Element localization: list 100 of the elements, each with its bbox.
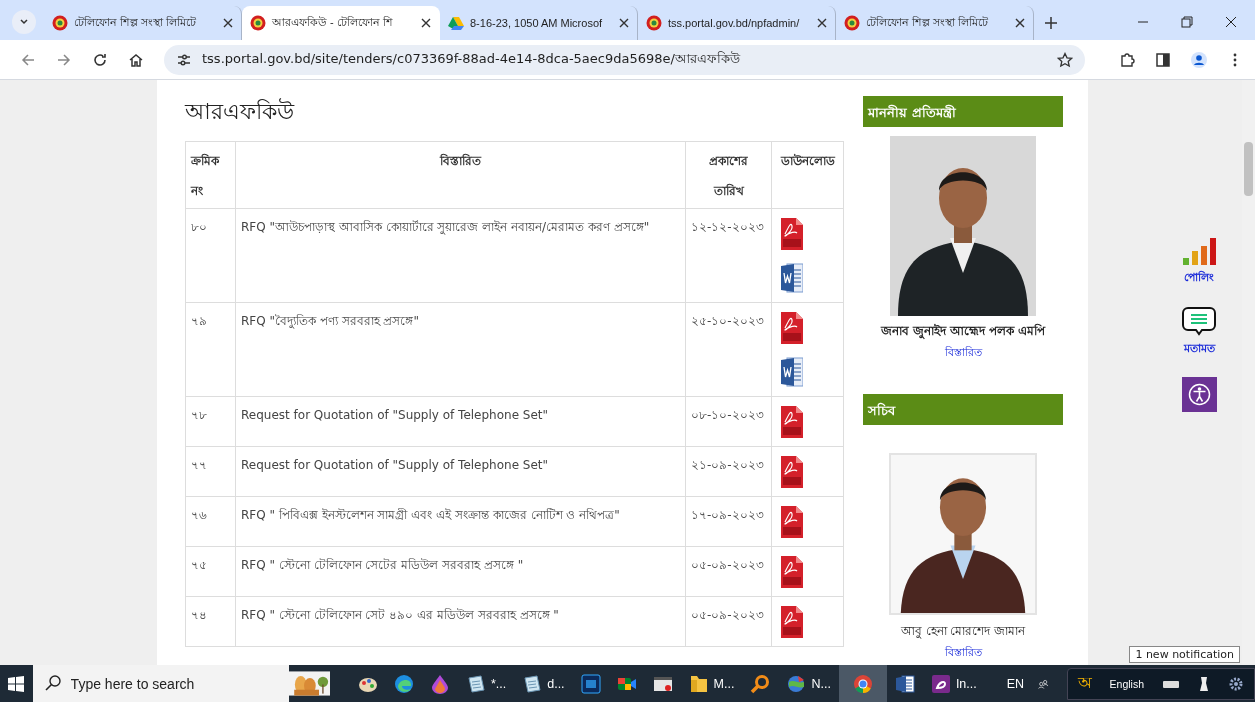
address-bar[interactable]: tss.portal.gov.bd/site/tenders/c073369f-88ad-4e14-8dca-5aec9da5698e/আরএফকিউ [164, 44, 1085, 75]
serial-number: ৮০ [191, 220, 207, 234]
pdf-file-icon[interactable] [781, 506, 803, 538]
person-name: আবু হেনা মোরশেদ জামান [900, 623, 1027, 641]
new-tab-icon[interactable] [1044, 16, 1058, 30]
tender-title: RFQ " স্টেনো টেলিফোন সেটের মডিউল সরবরাহ প্রসঙ্গে " [241, 558, 524, 572]
search-field[interactable]: Type here to search [32, 665, 289, 702]
keyboard-mode-button[interactable]: অ [1077, 670, 1092, 697]
magnifier-icon [750, 673, 771, 694]
accessibility-button[interactable] [1181, 377, 1217, 412]
close-icon[interactable] [619, 18, 629, 28]
publish-date: ২১-০৯-২০২৩ [691, 458, 764, 472]
search-icon [44, 675, 61, 691]
tender-title: RFQ "বৈদ্যুতিক পণ্য সরবরাহ প্রসঙ্গে" [241, 314, 419, 328]
windows-icon[interactable] [8, 675, 25, 692]
photoshop-icon [580, 673, 601, 694]
page-heading: আরএফকিউ [185, 97, 296, 126]
section-header: মাননীয় প্রতিমন্ত্রী [863, 96, 1063, 127]
taskbar-app[interactable]: M... [680, 665, 743, 702]
restore-icon[interactable] [1181, 16, 1193, 28]
emblem-icon [52, 15, 68, 31]
tool-icon[interactable] [1198, 675, 1210, 692]
taskbar-app[interactable]: d... [514, 665, 573, 702]
column-header: নং [191, 183, 204, 200]
tender-title: RFQ " পিবিএক্স ইনস্টলেশন সামগ্রী এবং এই সংক্রান্ত কাজের নোটিশ ও নথিপত্র" [241, 508, 620, 522]
pdf-file-icon[interactable] [781, 406, 803, 438]
keyboard-icon[interactable] [1162, 678, 1180, 689]
globe-icon [786, 673, 807, 694]
emblem-icon [250, 15, 266, 31]
chevron-down-icon [19, 17, 29, 27]
tab-search-button[interactable] [12, 10, 36, 34]
word-file-icon[interactable] [781, 356, 803, 388]
taskbar-app[interactable]: In... [922, 665, 985, 702]
serial-number: ৭৬ [191, 508, 207, 522]
details-link[interactable]: বিস্তারিত [944, 345, 982, 362]
pdf-icon [930, 673, 951, 694]
serial-number: ৭৯ [191, 314, 207, 328]
serial-number: ৭৫ [191, 558, 207, 572]
tender-title: Request for Quotation of "Supply of Telephone Set" [241, 408, 549, 422]
star-icon[interactable] [1057, 51, 1073, 68]
chat-bubble-icon[interactable] [1182, 306, 1216, 336]
tender-title: Request for Quotation of "Supply of Telephone Set" [241, 458, 549, 472]
pdf-file-icon[interactable] [781, 556, 803, 588]
tender-title: RFQ " স্টেনো টেলিফোন সেট ৪৯০ এর মডিউল সরবরাহ প্রসঙ্গে " [241, 608, 559, 622]
bar-chart-icon[interactable] [1182, 238, 1216, 265]
keyboard-layout-button[interactable]: English [1109, 677, 1144, 690]
puzzle-icon[interactable] [1119, 51, 1135, 68]
column-header: ডাউনলোড [779, 153, 837, 170]
publish-date: ২৫-১০-২০২৩ [691, 314, 764, 328]
serial-number: ৭৭ [191, 458, 207, 472]
publish-date: ০৫-০৯-২০২৩ [691, 558, 764, 572]
language-indicator[interactable]: EN [984, 676, 1039, 691]
side-panel-icon[interactable] [1155, 51, 1171, 68]
drive-icon [448, 15, 464, 31]
person-name: জনাব জুনাইদ আহ্মেদ পলক এমপি [879, 323, 1047, 341]
word-icon [894, 673, 915, 694]
tender-title: RFQ "আউচপাড়াস্থ আবাসিক কোয়ার্টারে সুয়ারেজ লাইন নবায়ন/মেরামত করণ প্রসঙ্গে" [241, 220, 650, 234]
notepad-icon [522, 673, 543, 694]
taskbar-app[interactable] [838, 665, 887, 702]
section-header: সচিব [863, 394, 1063, 425]
emblem-icon [646, 15, 662, 31]
details-link[interactable]: বিস্তারিত [944, 645, 982, 662]
publish-date: ১৭-০৯-২০২৩ [691, 508, 764, 522]
notification-tooltip: 1 new notification [1129, 646, 1240, 663]
serial-number: ৭৪ [191, 608, 207, 622]
taskbar-app[interactable]: *... [457, 665, 515, 702]
forward-icon[interactable] [56, 51, 72, 68]
column-header: তারিখ [712, 182, 746, 200]
drop-icon [429, 673, 450, 694]
close-icon[interactable] [1225, 16, 1237, 28]
publish-date: ০৮-১০-২০২৩ [691, 408, 764, 422]
browser-tab[interactable]: আরএফকিউ - টেলিফোন শি [242, 6, 440, 40]
column-header: বিস্তারিত [438, 152, 483, 170]
poll-link[interactable]: পোলিং [1184, 269, 1214, 288]
notepad-icon [465, 673, 486, 694]
feedback-link[interactable]: মতামত [1183, 340, 1215, 359]
close-icon[interactable] [1015, 18, 1025, 28]
taskbar-app[interactable]: N... [778, 665, 839, 702]
home-icon[interactable] [128, 51, 144, 68]
close-icon[interactable] [223, 18, 233, 28]
emblem-icon [844, 15, 860, 31]
publish-date: ০৫-০৯-২০২৩ [691, 608, 764, 622]
pdf-file-icon[interactable] [781, 456, 803, 488]
edge-icon [393, 673, 414, 694]
pdf-file-icon[interactable] [781, 312, 803, 344]
close-icon[interactable] [421, 18, 431, 28]
column-header: প্রকাশের [708, 153, 749, 170]
pdf-file-icon[interactable] [781, 606, 803, 638]
folder-icon [688, 673, 709, 694]
close-icon[interactable] [817, 18, 827, 28]
pdf-file-icon[interactable] [781, 218, 803, 250]
reload-icon[interactable] [92, 51, 108, 68]
word-file-icon[interactable] [781, 262, 803, 294]
settings-icon[interactable] [1228, 675, 1244, 692]
serial-number: ৭৮ [191, 408, 207, 422]
column-header: ক্রমিক [191, 152, 221, 170]
profile-icon[interactable] [1191, 51, 1207, 68]
chrome-icon [852, 673, 873, 694]
publish-date: ১২-১২-২০২৩ [691, 220, 764, 234]
back-icon[interactable] [20, 51, 36, 68]
